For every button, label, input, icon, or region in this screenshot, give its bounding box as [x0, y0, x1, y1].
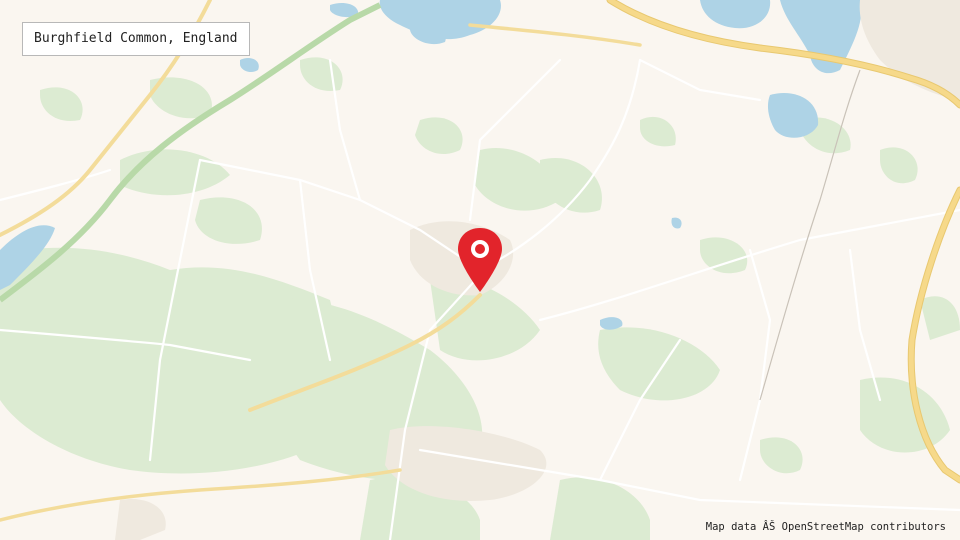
- place-name-label: Burghfield Common, England: [22, 22, 250, 56]
- map-attribution: Map data ÂŠ OpenStreetMap contributors: [703, 521, 948, 533]
- map-marker-icon[interactable]: [455, 226, 505, 296]
